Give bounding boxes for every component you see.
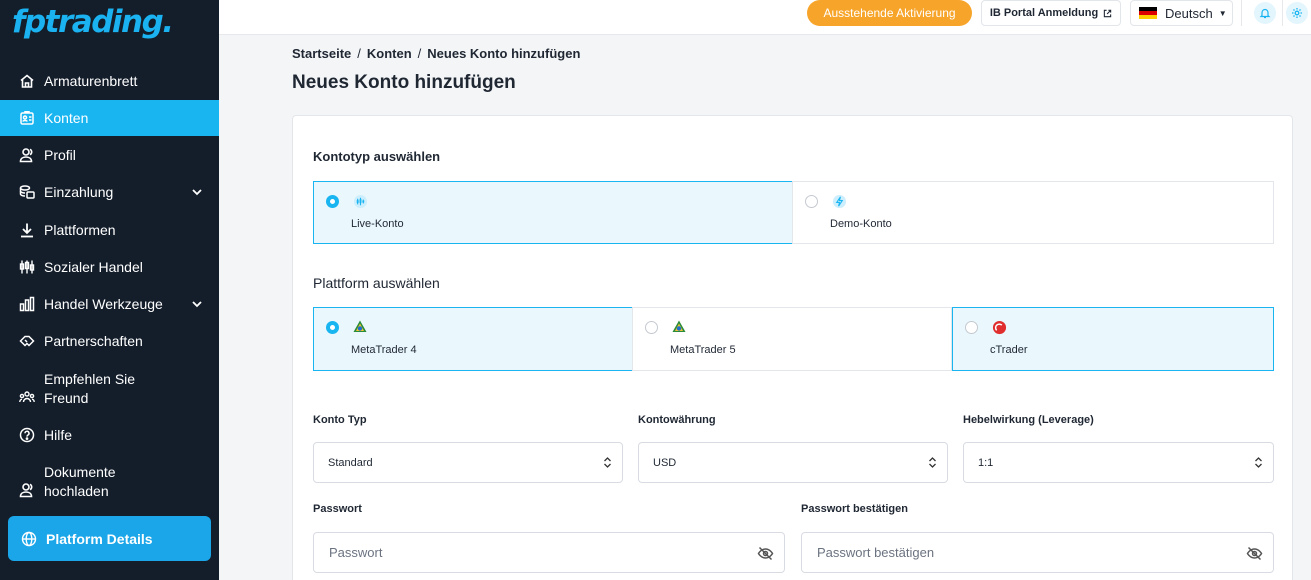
updown-icon <box>1255 457 1262 468</box>
mt4-label: MetaTrader 4 <box>351 344 417 356</box>
sidebar-item-einzahlung[interactable]: Einzahlung <box>0 175 219 209</box>
sidebar-item-profil[interactable]: Profil <box>0 138 219 172</box>
download-icon <box>18 221 36 239</box>
users-icon <box>18 146 36 164</box>
sidebar: fptrading. Armaturenbrett Konten Profil … <box>0 0 219 580</box>
divider <box>1241 0 1242 26</box>
settings-button[interactable] <box>1286 2 1308 24</box>
password-field[interactable]: Passwort <box>313 532 785 573</box>
currency-select[interactable]: USD <box>638 442 948 483</box>
live-label: Live-Konto <box>351 218 404 230</box>
konto-typ-label: Konto Typ <box>313 414 367 426</box>
help-icon <box>18 426 36 444</box>
group-icon <box>18 388 36 406</box>
eye-slash-icon[interactable] <box>757 545 774 562</box>
platform-mt4[interactable]: MetaTrader 4 <box>313 307 633 371</box>
lightning-icon <box>831 193 847 209</box>
sidebar-item-handel-werkzeuge[interactable]: Handel Werkzeuge <box>0 287 219 321</box>
sidebar-item-dokumente[interactable]: Dokumente hochladen <box>0 455 219 509</box>
divider <box>1282 0 1283 26</box>
breadcrumb-accounts[interactable]: Konten <box>367 46 412 61</box>
account-type-live[interactable]: Live-Konto <box>313 181 793 244</box>
sidebar-item-empfehlen[interactable]: Empfehlen Sie Freund <box>0 362 219 416</box>
pending-activation-button[interactable]: Ausstehende Aktivierung <box>807 0 972 26</box>
candlestick-icon <box>18 258 36 276</box>
money-icon <box>18 183 36 201</box>
breadcrumb-current: Neues Konto hinzufügen <box>427 46 581 61</box>
bell-icon <box>1259 8 1271 19</box>
radio-demo[interactable] <box>805 195 818 208</box>
handshake-icon <box>18 332 36 350</box>
platform-details-button[interactable]: Platform Details <box>8 516 211 561</box>
currency-label: Kontowährung <box>638 414 716 426</box>
home-icon <box>18 72 36 90</box>
eye-slash-icon[interactable] <box>1246 545 1263 562</box>
external-link-icon <box>1103 9 1112 17</box>
sidebar-item-hilfe[interactable]: Hilfe <box>0 418 219 452</box>
platform-title: Plattform auswählen <box>313 275 440 291</box>
metatrader-icon <box>352 319 368 335</box>
sidebar-item-armaturenbrett[interactable]: Armaturenbrett <box>0 64 219 98</box>
chevron-down-icon <box>192 189 202 196</box>
radio-ctrader[interactable] <box>965 321 978 334</box>
bar-chart-icon <box>18 295 36 313</box>
brand-logo[interactable]: fptrading. <box>12 4 174 40</box>
account-type-title: Kontotyp auswählen <box>313 149 441 164</box>
topbar: Ausstehende Aktivierung IB Portal Anmeld… <box>219 0 1311 35</box>
konto-typ-select[interactable]: Standard <box>313 442 623 483</box>
accounts-icon <box>18 109 36 127</box>
leverage-label: Hebelwirkung (Leverage) <box>963 414 1094 426</box>
gear-icon <box>1292 8 1302 18</box>
notification-button[interactable] <box>1254 2 1276 24</box>
chevron-down-icon <box>192 301 202 308</box>
caret-down-icon: ▼ <box>1218 8 1227 18</box>
updown-icon <box>929 457 936 468</box>
language-selector[interactable]: Deutsch ▼ <box>1130 0 1233 26</box>
ib-portal-login-button[interactable]: IB Portal Anmeldung <box>981 0 1121 26</box>
password-label: Passwort <box>313 503 362 515</box>
demo-label: Demo-Konto <box>830 218 892 230</box>
confirm-password-field[interactable]: Passwort bestätigen <box>801 532 1274 573</box>
sidebar-item-konten[interactable]: Konten <box>0 100 219 136</box>
users-icon <box>18 481 36 499</box>
ctrader-icon <box>991 319 1007 335</box>
page-title: Neues Konto hinzufügen <box>292 72 516 93</box>
sidebar-item-sozialer-handel[interactable]: Sozialer Handel <box>0 250 219 284</box>
metatrader-icon <box>671 319 687 335</box>
radio-mt4[interactable] <box>326 321 339 334</box>
radio-live[interactable] <box>326 195 339 208</box>
platform-ctrader[interactable]: cTrader <box>952 307 1274 371</box>
sidebar-item-partnerschaften[interactable]: Partnerschaften <box>0 324 219 358</box>
account-type-demo[interactable]: Demo-Konto <box>792 181 1274 244</box>
breadcrumb-home[interactable]: Startseite <box>292 46 351 61</box>
sidebar-item-plattformen[interactable]: Plattformen <box>0 213 219 247</box>
live-icon <box>352 193 368 209</box>
confirm-password-label: Passwort bestätigen <box>801 503 908 515</box>
breadcrumb: Startseite / Konten / Neues Konto hinzufügen <box>292 46 581 61</box>
updown-icon <box>604 457 611 468</box>
ctrader-label: cTrader <box>990 344 1028 356</box>
leverage-select[interactable]: 1:1 <box>963 442 1274 483</box>
new-account-form: Kontotyp auswählen Live-Konto Demo-Konto… <box>292 115 1293 580</box>
radio-mt5[interactable] <box>645 321 658 334</box>
mt5-label: MetaTrader 5 <box>670 344 736 356</box>
german-flag-icon <box>1139 7 1157 19</box>
platform-mt5[interactable]: MetaTrader 5 <box>632 307 952 371</box>
globe-icon <box>20 530 38 548</box>
